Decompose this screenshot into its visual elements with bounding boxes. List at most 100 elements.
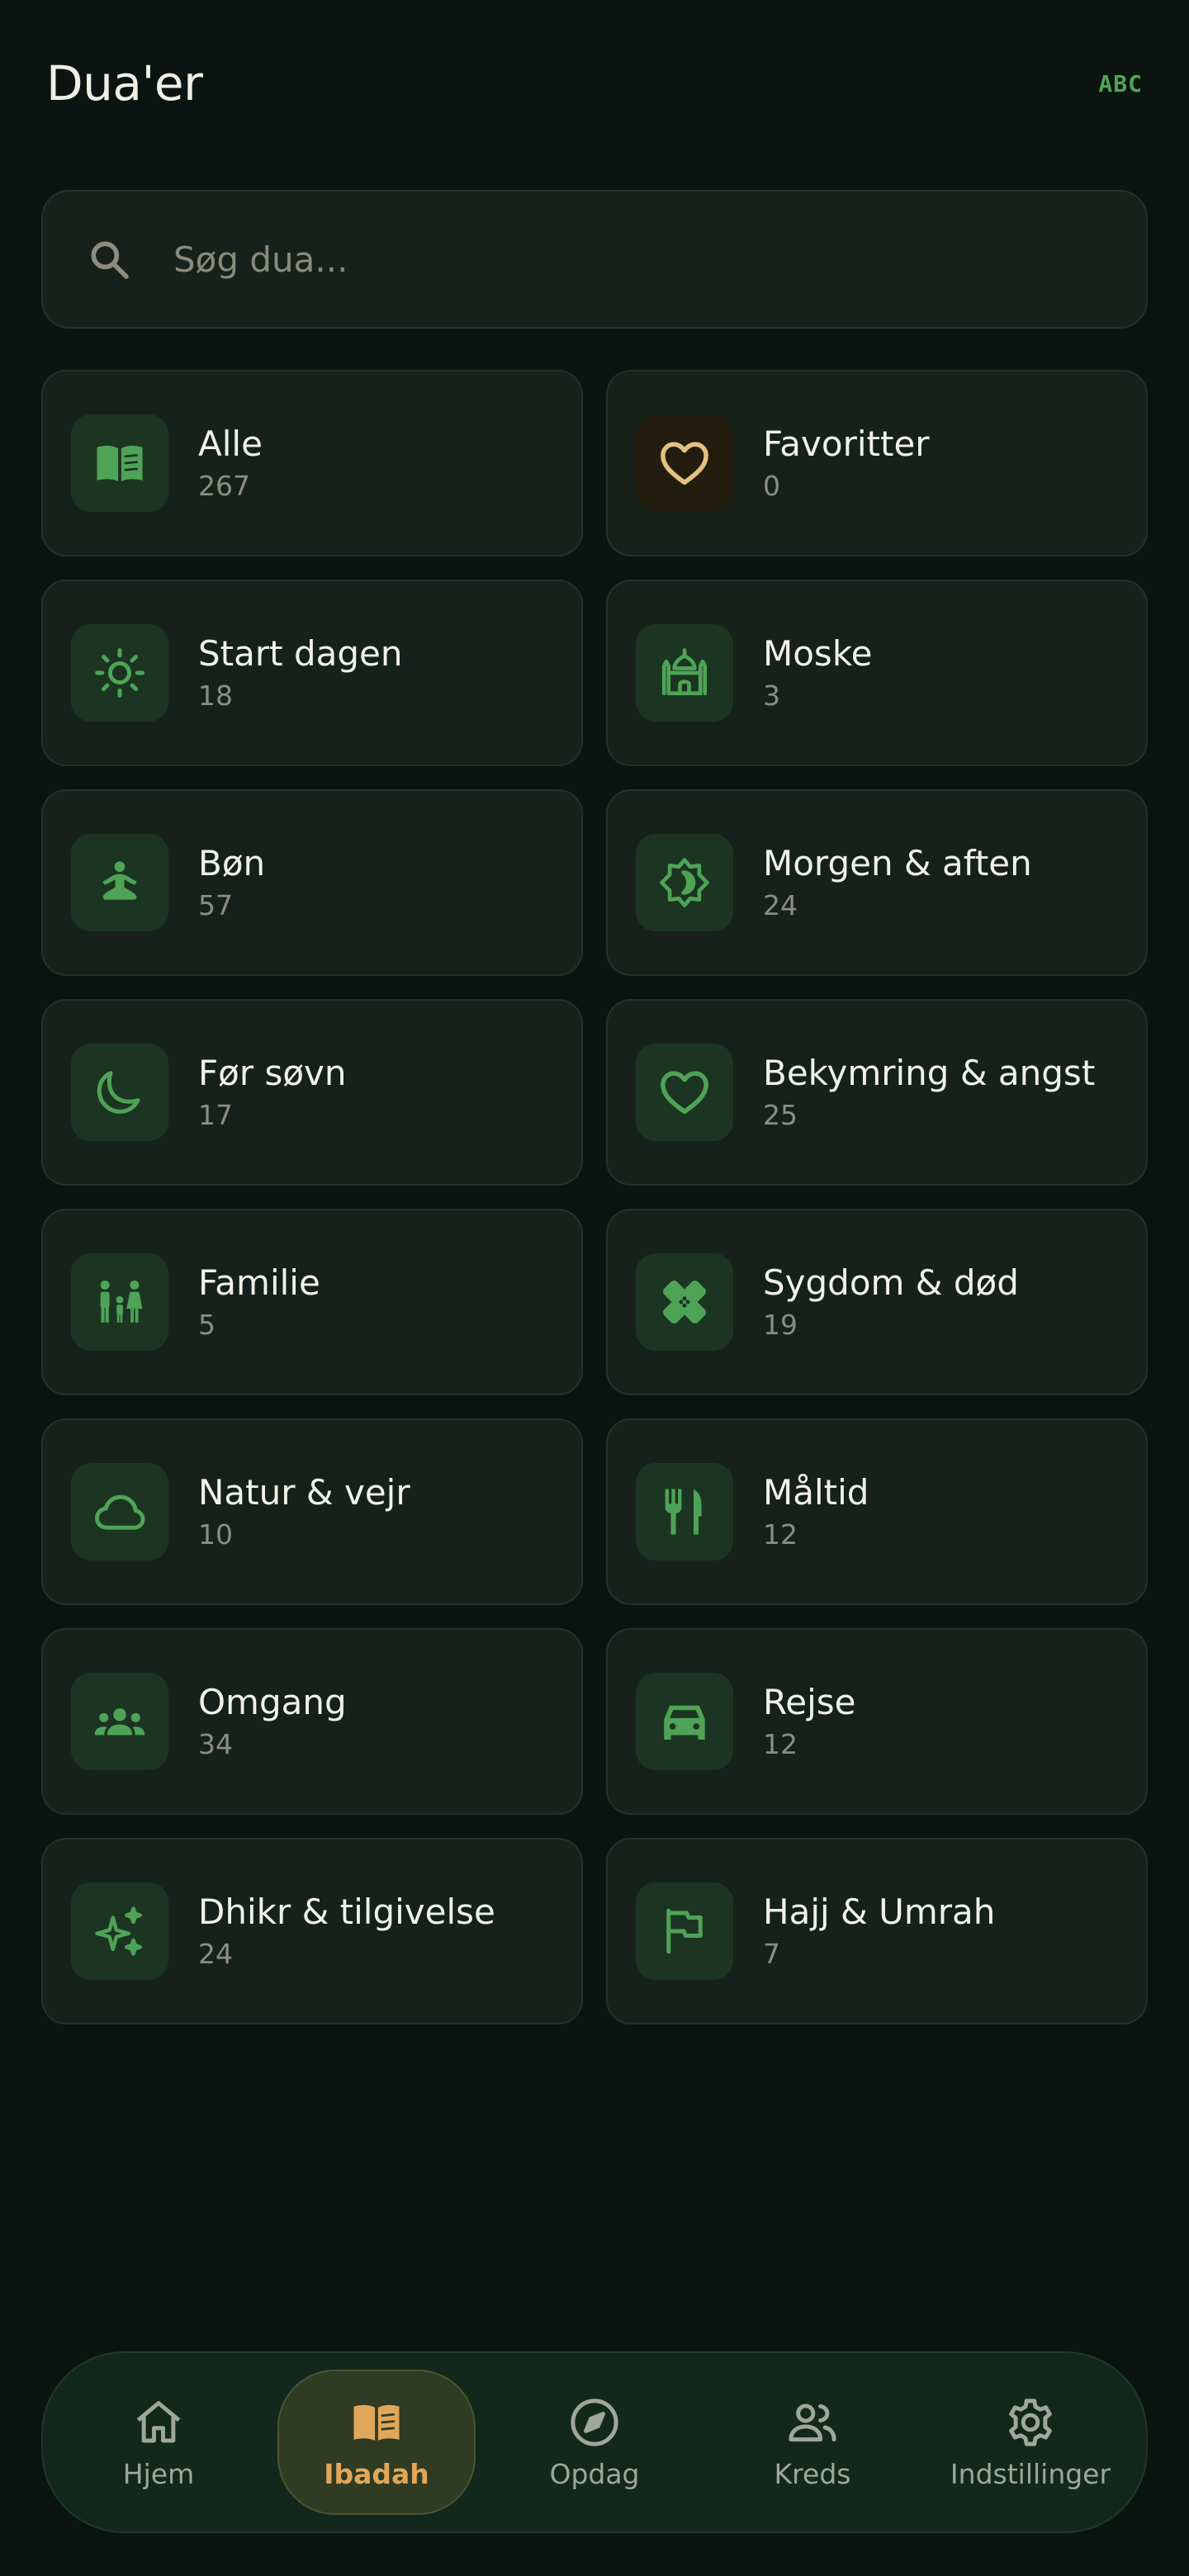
header: Dua'er ABC xyxy=(46,46,1143,121)
car-icon xyxy=(664,1705,705,1740)
category-card-dhikr-tilgivelse[interactable]: Dhikr & tilgivelse 24 xyxy=(41,1838,583,2024)
category-grid: Alle 267 Favoritter 0 Start dagen 18 Mos… xyxy=(41,370,1148,2024)
category-label: Favoritter xyxy=(763,424,930,465)
category-count: 0 xyxy=(763,469,780,502)
category-card-sygdom-dod[interactable]: Sygdom & død 19 xyxy=(606,1209,1148,1395)
category-icon-box xyxy=(71,834,168,931)
category-label: Natur & vejr xyxy=(198,1472,410,1513)
compass-icon xyxy=(571,2398,618,2446)
sun-moon-icon xyxy=(660,858,709,907)
category-count: 7 xyxy=(763,1937,780,1970)
category-icon-box xyxy=(71,414,168,512)
category-card-alle[interactable]: Alle 267 xyxy=(41,370,583,556)
category-card-rejse[interactable]: Rejse 12 xyxy=(606,1628,1148,1815)
mosque-icon xyxy=(661,648,708,696)
category-label: Morgen & aften xyxy=(763,843,1032,884)
category-count: 24 xyxy=(763,888,798,921)
group-icon xyxy=(94,1708,145,1735)
category-icon-box xyxy=(636,834,733,931)
utensils-icon xyxy=(665,1489,702,1535)
category-count: 19 xyxy=(763,1308,798,1341)
category-count: 34 xyxy=(198,1727,233,1760)
heart-icon xyxy=(661,442,708,485)
category-icon-box xyxy=(636,1253,733,1351)
category-card-favoritter[interactable]: Favoritter 0 xyxy=(606,370,1148,556)
category-icon-box xyxy=(71,1463,168,1560)
nav-item-opdag[interactable]: Opdag xyxy=(495,2370,694,2515)
category-card-moske[interactable]: Moske 3 xyxy=(606,580,1148,766)
category-card-morgen-aften[interactable]: Morgen & aften 24 xyxy=(606,789,1148,976)
category-label: Alle xyxy=(198,424,263,465)
flag-icon xyxy=(666,1908,703,1954)
category-icon-box xyxy=(636,624,733,722)
nav-item-ibadah[interactable]: Ibadah xyxy=(277,2370,476,2515)
category-icon-box xyxy=(636,1463,733,1560)
category-icon-box xyxy=(71,1253,168,1351)
category-card-for-sovn[interactable]: Før søvn 17 xyxy=(41,999,583,1186)
category-icon-box xyxy=(71,1882,168,1980)
bottom-navigation: Hjem Ibadah Opdag Kreds Indstillinger xyxy=(41,2351,1148,2533)
category-count: 5 xyxy=(198,1308,216,1341)
people-icon xyxy=(789,2403,836,2441)
category-icon-box xyxy=(71,1673,168,1770)
category-card-familie[interactable]: Familie 5 xyxy=(41,1209,583,1395)
book-icon xyxy=(353,2404,400,2441)
nav-item-hjem[interactable]: Hjem xyxy=(59,2370,258,2515)
home-icon xyxy=(136,2400,181,2442)
nav-item-indstillinger[interactable]: Indstillinger xyxy=(931,2370,1130,2515)
gear-icon xyxy=(1009,2398,1052,2446)
category-label: Hajj & Umrah xyxy=(763,1892,996,1933)
sun-icon xyxy=(95,648,144,698)
meditation-icon xyxy=(102,861,137,900)
category-label: Familie xyxy=(198,1262,320,1304)
category-label: Rejse xyxy=(763,1682,856,1723)
category-count: 12 xyxy=(763,1727,798,1760)
duas-screen: Dua'er ABC Alle xyxy=(0,0,1189,2576)
category-card-bekymring-angst[interactable]: Bekymring & angst 25 xyxy=(606,999,1148,1186)
category-card-maltid[interactable]: Måltid 12 xyxy=(606,1418,1148,1605)
search-input[interactable] xyxy=(173,239,999,280)
category-count: 57 xyxy=(198,888,233,921)
category-label: Moske xyxy=(763,633,873,675)
nav-label: Hjem xyxy=(122,2457,195,2490)
category-label: Omgang xyxy=(198,1682,347,1723)
category-card-hajj-umrah[interactable]: Hajj & Umrah 7 xyxy=(606,1838,1148,2024)
category-label: Dhikr & tilgivelse xyxy=(198,1892,495,1933)
category-card-natur-vejr[interactable]: Natur & vejr 10 xyxy=(41,1418,583,1605)
category-icon-box xyxy=(636,1882,733,1980)
category-count: 3 xyxy=(763,679,780,712)
nav-label: Indstillinger xyxy=(950,2457,1111,2490)
moon-icon xyxy=(97,1071,140,1114)
family-icon xyxy=(100,1280,143,1323)
category-label: Bekymring & angst xyxy=(763,1053,1096,1094)
category-count: 17 xyxy=(198,1098,233,1131)
search-icon xyxy=(91,241,129,279)
nav-label: Opdag xyxy=(549,2457,640,2490)
nav-item-kreds[interactable]: Kreds xyxy=(713,2370,912,2515)
transliteration-toggle[interactable]: ABC xyxy=(1098,70,1143,97)
category-icon-box xyxy=(71,1044,168,1141)
category-label: Før søvn xyxy=(198,1053,347,1094)
heart-outline-icon xyxy=(661,1071,708,1115)
category-icon-box xyxy=(636,1044,733,1141)
category-card-omgang[interactable]: Omgang 34 xyxy=(41,1628,583,1815)
category-label: Måltid xyxy=(763,1472,869,1513)
cloud-icon xyxy=(95,1494,145,1530)
page-title: Dua'er xyxy=(46,55,203,111)
open-book-icon xyxy=(97,445,143,481)
sparkles-icon xyxy=(95,1906,142,1956)
category-count: 12 xyxy=(763,1518,798,1551)
category-card-start-dagen[interactable]: Start dagen 18 xyxy=(41,580,583,766)
category-label: Start dagen xyxy=(198,633,403,675)
nav-label: Ibadah xyxy=(324,2457,429,2490)
nav-label: Kreds xyxy=(774,2457,851,2490)
category-label: Bøn xyxy=(198,843,266,884)
category-count: 18 xyxy=(198,679,233,712)
search-bar[interactable] xyxy=(41,190,1148,329)
category-icon-box xyxy=(71,624,168,722)
category-label: Sygdom & død xyxy=(763,1262,1019,1304)
category-count: 25 xyxy=(763,1098,798,1131)
category-count: 10 xyxy=(198,1518,233,1551)
category-card-bon[interactable]: Bøn 57 xyxy=(41,789,583,976)
bandage-icon xyxy=(663,1281,706,1324)
